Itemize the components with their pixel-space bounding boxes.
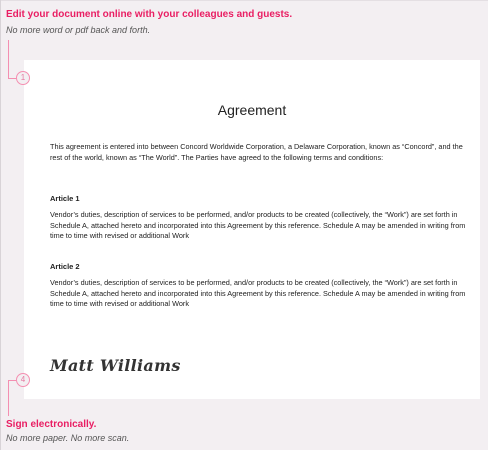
article-1-body: Vendor’s duties, description of services… — [50, 210, 466, 240]
signature: Matt Williams — [50, 356, 181, 375]
step-1-connector-horizontal — [8, 78, 16, 79]
sign-callout-subtitle: No more paper. No more scan. — [6, 433, 130, 443]
step-1-connector-vertical — [8, 40, 9, 78]
document-title: Agreement — [217, 102, 287, 118]
agreement-document[interactable]: Agreement This agreement is entered into… — [24, 60, 480, 399]
onboarding-stage: Edit your document online with your coll… — [0, 0, 488, 450]
step-1-marker: 1 — [16, 71, 30, 85]
sign-callout-title: Sign electronically. — [6, 419, 97, 430]
step-4-connector-vertical — [8, 380, 9, 416]
article-1-heading: Article 1 — [50, 194, 80, 203]
article-2-heading: Article 2 — [50, 262, 80, 271]
step-4-connector-horizontal — [8, 380, 16, 381]
top-edge-divider — [0, 0, 488, 1]
step-4-marker: 4 — [16, 373, 30, 387]
document-intro-paragraph: This agreement is entered into between C… — [50, 142, 463, 162]
left-edge-divider — [0, 0, 1, 450]
edit-callout-title: Edit your document online with your coll… — [6, 9, 293, 20]
edit-callout-subtitle: No more word or pdf back and forth. — [6, 25, 151, 35]
article-2-body: Vendor’s duties, description of services… — [50, 278, 466, 308]
